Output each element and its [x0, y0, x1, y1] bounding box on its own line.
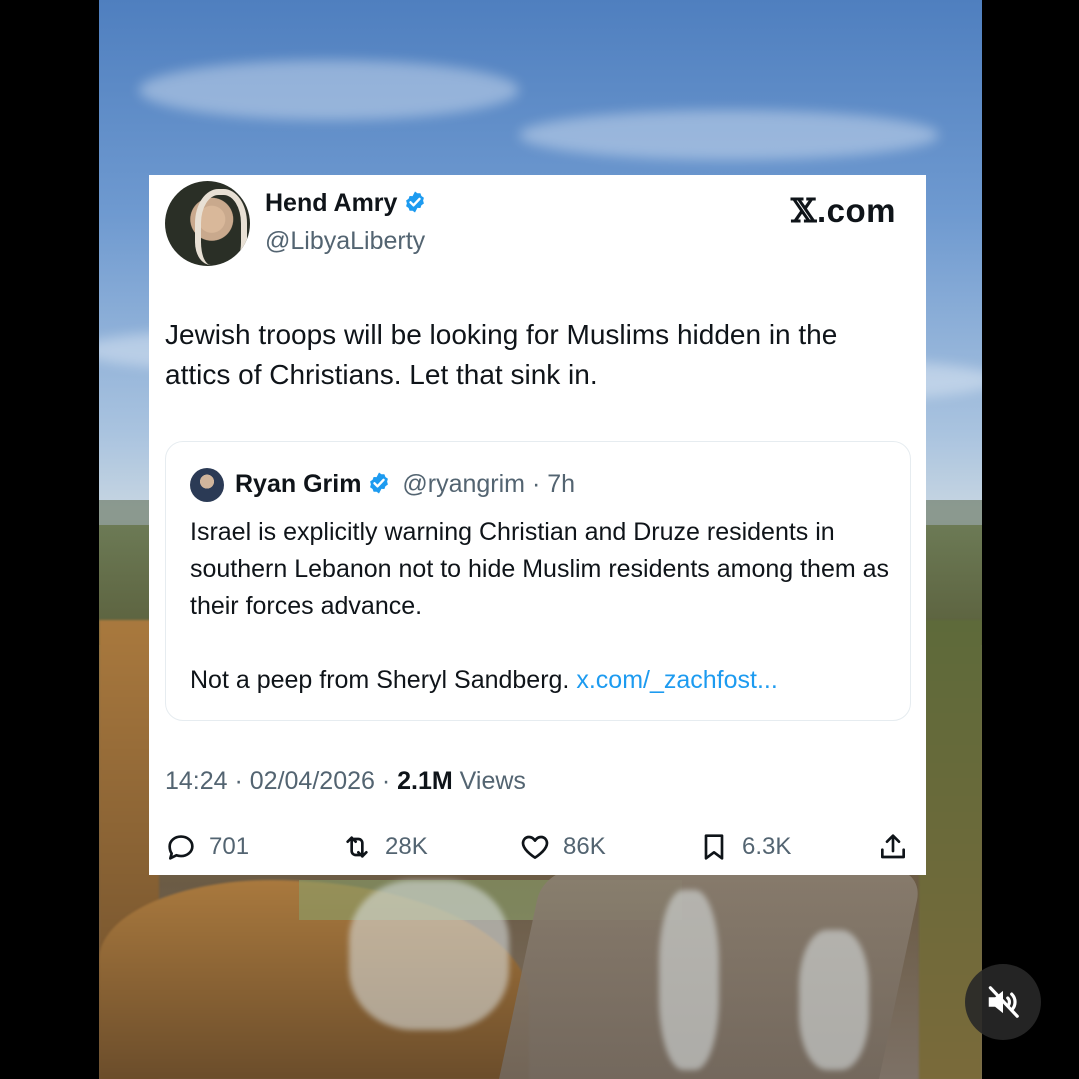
heart-icon	[521, 835, 549, 859]
verified-badge-icon	[406, 191, 425, 213]
quoted-header: Ryan Grim @ryangrim · 7h	[235, 470, 575, 499]
repost-button[interactable]: 28K	[341, 827, 428, 867]
quoted-link[interactable]: x.com/_zachfost...	[576, 666, 777, 694]
x-brand-logo: 𝕏.com	[791, 191, 896, 230]
action-bar: 701 28K 86K 6.3K	[165, 827, 915, 867]
quoted-paragraph-1: Israel is explicitly warning Christian a…	[190, 518, 890, 620]
bookmark-button[interactable]: 6.3K	[698, 827, 791, 867]
quoted-author-name[interactable]: Ryan Grim	[235, 470, 361, 498]
like-button[interactable]: 86K	[519, 827, 606, 867]
tweet-timestamp: 14:24 · 02/04/2026 · 2.1M Views	[165, 767, 526, 796]
reply-count: 701	[209, 833, 250, 860]
quoted-paragraph-2: Not a peep from Sheryl Sandberg. x.com/_…	[190, 662, 890, 699]
tweet-card: Hend Amry @LibyaLiberty 𝕏.com Jewish tro…	[149, 175, 926, 875]
quoted-handle-time: @ryangrim · 7h	[402, 470, 576, 498]
like-count: 86K	[563, 833, 606, 860]
share-button[interactable]	[877, 827, 921, 867]
bookmark-icon	[704, 834, 724, 860]
speaker-muted-icon	[988, 986, 1019, 1018]
timestamp-text: 14:24 · 02/04/2026 ·	[165, 767, 398, 795]
author-name[interactable]: Hend Amry	[265, 189, 397, 217]
x-logo-icon: 𝕏	[790, 191, 817, 230]
views-count: 2.1M	[397, 767, 453, 795]
share-icon	[881, 834, 905, 859]
tweet-text: Jewish troops will be looking for Muslim…	[165, 319, 838, 390]
author-handle[interactable]: @LibyaLiberty	[265, 227, 425, 256]
repost-icon	[346, 836, 368, 858]
quoted-text: Israel is explicitly warning Christian a…	[190, 514, 890, 699]
views-label: Views	[452, 767, 526, 795]
quoted-tweet[interactable]: Ryan Grim @ryangrim · 7h Israel is expli…	[165, 441, 911, 721]
mute-toggle-button[interactable]	[965, 964, 1041, 1040]
quoted-paragraph-2-text: Not a peep from Sheryl Sandberg.	[190, 666, 570, 694]
bookmark-count: 6.3K	[742, 833, 792, 860]
reply-icon	[168, 835, 194, 860]
quoted-verified-badge-icon	[370, 472, 389, 494]
quoted-author-avatar[interactable]	[190, 468, 224, 502]
brand-domain: .com	[816, 192, 896, 229]
repost-count: 28K	[385, 833, 428, 860]
reply-button[interactable]: 701	[165, 827, 249, 867]
author-name-row[interactable]: Hend Amry	[265, 189, 427, 218]
author-avatar[interactable]	[165, 181, 250, 266]
